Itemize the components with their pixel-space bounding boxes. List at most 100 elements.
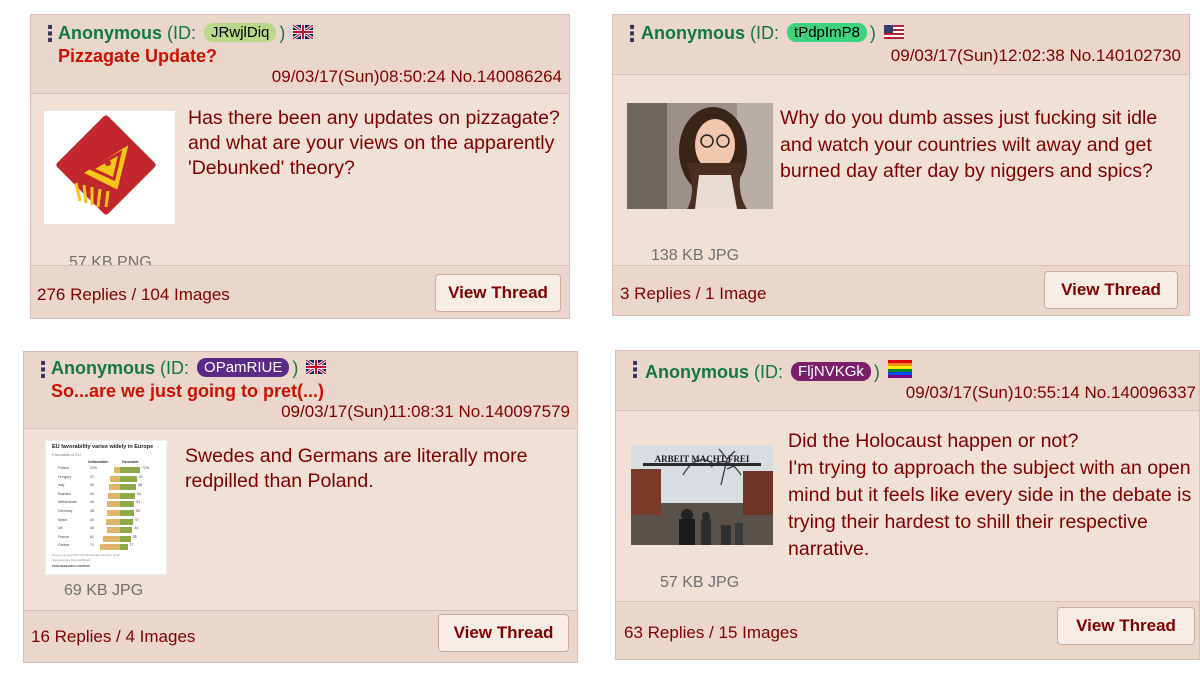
chart-thumb-unfav-bar [107,492,120,499]
thread-body: ARBEIT MACHT FREI 57 KB JPG Did the Holo… [616,411,1199,602]
id-label: (ID: [160,358,190,378]
chart-thumb-country: Spain [58,517,67,522]
chart-thumb-country: Netherlands [58,500,77,505]
chart-thumb-unfav-bar [106,518,120,525]
thread-header: ⋮ Anonymous (ID: FljNVKGk) 09/03/17(Sun)… [616,351,1199,411]
thread-header: ⋮ Anonymous (ID: tPdpImP8) 09/03/17(Sun)… [613,15,1189,75]
chart-thumb-col-fav: Favorable [122,460,139,464]
thread-card-1: ⋮ Anonymous (ID: JRwjlDiq) Pizzagate Upd… [30,14,570,319]
poster-name: Anonymous [641,23,746,43]
post-datetime-number: 09/03/17(Sun)08:50:24 No.140086264 [272,67,562,87]
auschwitz-gate-photo-icon: ARBEIT MACHT FREI [631,445,773,545]
chart-thumb-fav-bar [120,510,134,516]
poster-line: Anonymous (ID: FljNVKGk) [645,360,912,383]
post-menu-icon[interactable]: ⋮ [39,23,61,45]
post-number[interactable]: No.140102730 [1069,46,1181,65]
poster-line: Anonymous (ID: OPamRIUE) [51,358,327,379]
chart-thumb-note: "Euroskeptics Beyond Brexit" [52,558,91,562]
view-thread-button[interactable]: View Thread [435,274,561,312]
rainbow-flag-icon [887,360,912,378]
thread-card-2: ⋮ Anonymous (ID: tPdpImP8) 09/03/17(Sun)… [612,14,1190,316]
post-menu-icon[interactable]: ⋮ [32,359,54,381]
poster-id-badge[interactable]: tPdpImP8 [787,23,867,42]
post-menu-icon[interactable]: ⋮ [624,359,646,381]
chart-thumb-subtitle: Favorable of EU [52,452,81,457]
chart-thumb-fav-value: 50 [136,509,140,513]
chart-thumb-fav-value: 58 [138,483,143,488]
thread-footer: 276 Replies / 104 Images View Thread [31,265,569,318]
id-label: (ID: [754,362,784,382]
thread-card-3: ⋮ Anonymous (ID: OPamRIUE) So...are we j… [23,351,578,663]
chart-thumb-fav-value: 38 [132,534,137,539]
view-thread-button[interactable]: View Thread [438,614,569,652]
chart-thumb-fav-bar [120,484,137,491]
chart-thumb-unfav-bar [109,484,120,491]
chart-thumb-unfav-value: 71 [90,543,94,548]
post-datetime-number: 09/03/17(Sun)10:55:14 No.140096337 [906,383,1196,403]
thread-header: ⋮ Anonymous (ID: JRwjlDiq) Pizzagate Upd… [31,15,569,94]
reply-count: 63 Replies / 15 Images [624,623,798,642]
thread-thumbnail[interactable]: EU favorability varies widely in Europe … [45,440,167,575]
post-number[interactable]: No.140086264 [450,67,562,86]
chart-thumb-unfav-value: 37 [90,474,94,479]
post-text: Swedes and Germans are literally more re… [185,445,528,492]
poster-id-badge[interactable]: OPamRIUE [197,358,290,377]
chart-thumb-title: EU favorability varies widely in Europe [52,444,154,450]
chart-thumb-unfav-bar [102,535,120,542]
thread-header: ⋮ Anonymous (ID: OPamRIUE) So...are we j… [24,352,577,429]
chart-thumb-fav-value: 54 [137,491,142,496]
post-datetime: 09/03/17(Sun)08:50:24 [271,67,446,86]
thread-footer: 3 Replies / 1 Image View Thread [613,265,1189,315]
view-thread-button[interactable]: View Thread [1057,607,1195,645]
chart-thumb-row: Poland 22% 72% [46,466,166,474]
chart-thumb-unfav-bar [107,501,120,508]
poster-id-badge[interactable]: JRwjlDiq [204,23,277,42]
post-text: Has there been any updates on pizzagate?… [188,107,560,179]
chart-thumb-unfav-bar [106,510,120,516]
chart-thumb-footer: PEW RESEARCH CENTER [52,564,90,568]
chart-thumb-unfav-bar [109,475,120,482]
thread-subject: So...are we just going to pret(...) [51,381,325,401]
chart-thumb-fav-bar [120,492,136,499]
chart-thumb-fav-bar [120,518,134,525]
chart-thumb-fav-value: 44 [134,526,139,531]
chart-thumb-row: Sweden 44 54 [46,492,166,500]
post-number[interactable]: No.140097579 [458,402,570,421]
file-info: 57 KB JPG [660,574,740,591]
chart-thumb-row: Greece 71 27 [46,543,166,551]
chart-thumb-unfav-value: 48 [90,526,94,531]
chart-thumb-country: UK [58,526,63,531]
chart-thumb-fav-value: 61 [139,474,143,479]
chart-thumb-row: Hungary 37 61 [46,475,166,483]
view-thread-button[interactable]: View Thread [1044,271,1178,309]
post-number[interactable]: No.140096337 [1084,383,1196,402]
file-info: 138 KB JPG [651,247,740,264]
thread-footer: 16 Replies / 4 Images View Thread [24,610,577,662]
thread-thumbnail[interactable] [44,111,175,224]
chart-thumb-unfav-bar [106,527,120,534]
chart-thumb-fav-bar [120,467,141,473]
chart-thumb-fav-bar [120,544,128,551]
thread-thumbnail[interactable]: ARBEIT MACHT FREI [631,445,773,545]
reply-count: 276 Replies / 104 Images [37,285,230,304]
chart-thumb-country: Greece [58,543,70,548]
thread-thumbnail[interactable] [627,103,773,209]
uk-flag-icon [293,25,314,39]
post-menu-icon[interactable]: ⋮ [621,23,643,45]
thread-card-4: ⋮ Anonymous (ID: FljNVKGk) 09/03/17(Sun)… [615,350,1200,660]
poster-name: Anonymous [58,23,163,43]
thread-body: EU favorability varies widely in Europe … [24,429,577,611]
chart-thumb-row: France 61 38 [46,535,166,543]
pizzagate-logo-icon [56,115,156,215]
poster-id-badge[interactable]: FljNVKGk [791,362,871,381]
chart-thumb-country: Poland [58,466,69,470]
post-datetime-number: 09/03/17(Sun)11:08:31 No.140097579 [281,402,570,422]
chart-thumb-country: Sweden [58,491,71,496]
chart-thumb-country: Germany [58,509,73,513]
thread-subject: Pizzagate Update? [58,46,218,66]
chart-thumb-row: Netherlands 46 51 [46,500,166,508]
reply-count: 3 Replies / 1 Image [620,284,767,303]
chart-thumb-country: Italy [58,483,65,488]
uk-flag-icon [306,360,327,374]
poster-line: Anonymous (ID: JRwjlDiq) [58,23,314,44]
